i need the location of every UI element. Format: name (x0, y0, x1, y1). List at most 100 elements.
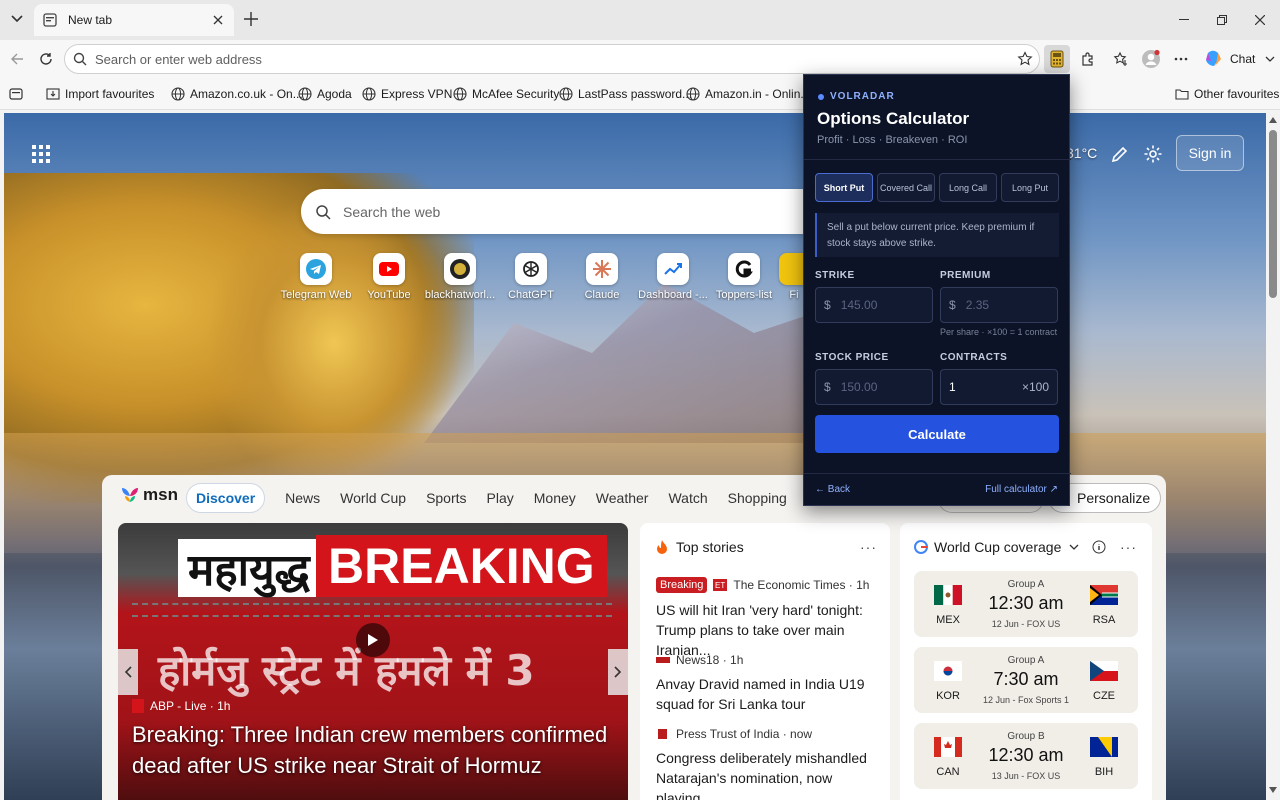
sign-in-button[interactable]: Sign in (1176, 135, 1244, 171)
favorite-amazon-uk[interactable]: Amazon.co.uk - On... (171, 85, 303, 103)
web-search-box[interactable]: Search the web (301, 189, 861, 234)
full-calculator-link[interactable]: Full calculator ↗ (985, 484, 1058, 495)
strike-input[interactable]: $ 145.00 (815, 287, 933, 323)
match-card[interactable]: KOR Group A 7:30 am 12 Jun - Fox Sports … (914, 647, 1138, 713)
info-icon[interactable] (1092, 540, 1106, 554)
premium-label: PREMIUM (940, 270, 991, 281)
feed-tab-money[interactable]: Money (534, 490, 576, 506)
quick-link-claude[interactable]: Claude (566, 253, 638, 301)
plus-icon (244, 12, 258, 26)
quick-link-dashboard[interactable]: Dashboard -... (637, 253, 709, 301)
pencil-icon[interactable] (1110, 144, 1130, 164)
browser-toolbar: Search or enter web address Chat (0, 40, 1280, 78)
tab-close-button[interactable] (210, 12, 226, 28)
address-input[interactable]: Search or enter web address (95, 52, 1017, 67)
hero-headline[interactable]: Breaking: Three Indian crew members conf… (132, 719, 612, 781)
match-card[interactable]: CAN Group B 12:30 am 13 Jun - FOX US BIH (914, 723, 1138, 789)
scroll-up-icon[interactable] (1269, 117, 1277, 123)
quick-link-blackhatworld[interactable]: blackhatworl... (424, 253, 496, 301)
feed-tab-world-cup[interactable]: World Cup (340, 490, 406, 506)
currency-symbol: $ (949, 298, 956, 312)
strike-label: STRIKE (815, 270, 855, 281)
quick-link-label: Dashboard -... (638, 289, 708, 301)
feed-tab-watch[interactable]: Watch (668, 490, 707, 506)
hero-image-text-hindi-title: महायुद्ध (178, 539, 320, 597)
story-item[interactable]: Press Trust of India · now Congress deli… (656, 727, 878, 800)
search-icon (316, 204, 331, 220)
tab-new-tab[interactable]: New tab (34, 4, 234, 36)
gear-icon[interactable] (1143, 144, 1163, 164)
quick-link-label: Toppers-list (715, 289, 773, 301)
quick-link-toppers-list[interactable]: Toppers-list (708, 253, 780, 301)
economic-times-logo-icon: ET (713, 579, 728, 591)
stock-price-placeholder: 150.00 (840, 380, 878, 394)
carousel-prev-button[interactable] (118, 649, 138, 695)
star-icon[interactable] (1017, 51, 1033, 67)
quick-link-chatgpt[interactable]: ChatGPT (495, 253, 567, 301)
favorite-agoda[interactable]: Agoda (298, 85, 352, 103)
feed-tab-sports[interactable]: Sports (426, 490, 466, 506)
page-scrollbar[interactable] (1266, 113, 1280, 800)
globe-icon (453, 87, 467, 101)
feed-tab-discover[interactable]: Discover (186, 483, 266, 513)
match-card[interactable]: MEX Group A 12:30 am 12 Jun - FOX US RSA (914, 571, 1138, 637)
strategy-tab-long-call[interactable]: Long Call (939, 173, 997, 202)
favorites-button[interactable] (1109, 47, 1133, 71)
feed-tab-news[interactable]: News (285, 490, 320, 506)
favorite-mcafee[interactable]: McAfee Security (453, 85, 559, 103)
top-stories-more-button[interactable]: ··· (860, 539, 877, 555)
strategy-tab-covered-call[interactable]: Covered Call (877, 173, 935, 202)
close-window-button[interactable] (1248, 8, 1272, 32)
premium-input[interactable]: $ 2.35 (940, 287, 1058, 323)
scroll-down-icon[interactable] (1269, 787, 1277, 793)
refresh-button[interactable] (34, 47, 58, 71)
favorite-label: Amazon.in - Onlin... (705, 87, 811, 101)
strategy-tab-short-put[interactable]: Short Put (815, 173, 873, 202)
minimize-button[interactable] (1172, 8, 1196, 32)
quick-link-youtube[interactable]: YouTube (353, 253, 425, 301)
play-video-button[interactable] (356, 623, 390, 657)
feed-tab-weather[interactable]: Weather (596, 490, 649, 506)
story-source: News18 · 1h (676, 653, 744, 667)
profile-button[interactable] (1139, 47, 1163, 71)
hero-news-card[interactable]: महायुद्ध BREAKING होर्मजु स्ट्रेट में हम… (118, 523, 628, 800)
contracts-input[interactable]: 1 ×100 (940, 369, 1058, 405)
strategy-tab-long-put[interactable]: Long Put (1001, 173, 1059, 202)
feed-tab-shopping[interactable]: Shopping (728, 490, 787, 506)
web-search-placeholder[interactable]: Search the web (343, 204, 440, 220)
favorite-lastpass[interactable]: LastPass password... (559, 85, 692, 103)
czech-flag-icon (1090, 661, 1118, 681)
favorite-express-vpn[interactable]: Express VPN (362, 85, 452, 103)
restore-button[interactable] (1210, 8, 1234, 32)
back-link[interactable]: ← Back (815, 484, 850, 495)
feed-tab-play[interactable]: Play (487, 490, 514, 506)
scrollbar-thumb[interactable] (1269, 130, 1277, 298)
other-favorites[interactable]: Other favourites (1175, 85, 1279, 103)
volradar-extension-button[interactable] (1044, 45, 1070, 73)
world-cup-title: World Cup coverage (934, 539, 1062, 555)
settings-more-button[interactable] (1169, 47, 1193, 71)
south-africa-flag-icon (1090, 585, 1118, 605)
favorite-amazon-in[interactable]: Amazon.in - Onlin... (686, 85, 810, 103)
calculate-button[interactable]: Calculate (815, 415, 1059, 453)
back-button[interactable] (5, 47, 29, 71)
brand-text: VOLRADAR (830, 91, 895, 102)
world-cup-more-button[interactable]: ··· (1120, 539, 1137, 555)
copilot-chat-button[interactable]: Chat (1198, 46, 1280, 72)
extensions-button[interactable] (1076, 47, 1100, 71)
carousel-next-button[interactable] (608, 649, 628, 695)
world-cup-header[interactable]: World Cup coverage (914, 539, 1079, 555)
stock-price-input[interactable]: $ 150.00 (815, 369, 933, 405)
quick-link-telegram[interactable]: Telegram Web (280, 253, 352, 301)
favorites-toggle[interactable] (9, 85, 28, 103)
tab-actions-button[interactable] (5, 7, 29, 31)
favorite-import[interactable]: Import favourites (46, 85, 154, 103)
address-bar[interactable]: Search or enter web address (64, 44, 1040, 74)
new-tab-button[interactable] (240, 8, 262, 30)
story-item[interactable]: Breaking ET The Economic Times · 1h US w… (656, 577, 878, 660)
story-item[interactable]: News18 · 1h Anvay Dravid named in India … (656, 653, 878, 714)
apps-grid-icon[interactable] (32, 145, 50, 163)
quick-link-label: Telegram Web (280, 289, 352, 301)
favorite-label: Import favourites (65, 87, 155, 101)
msn-logo[interactable]: msn (120, 485, 178, 505)
